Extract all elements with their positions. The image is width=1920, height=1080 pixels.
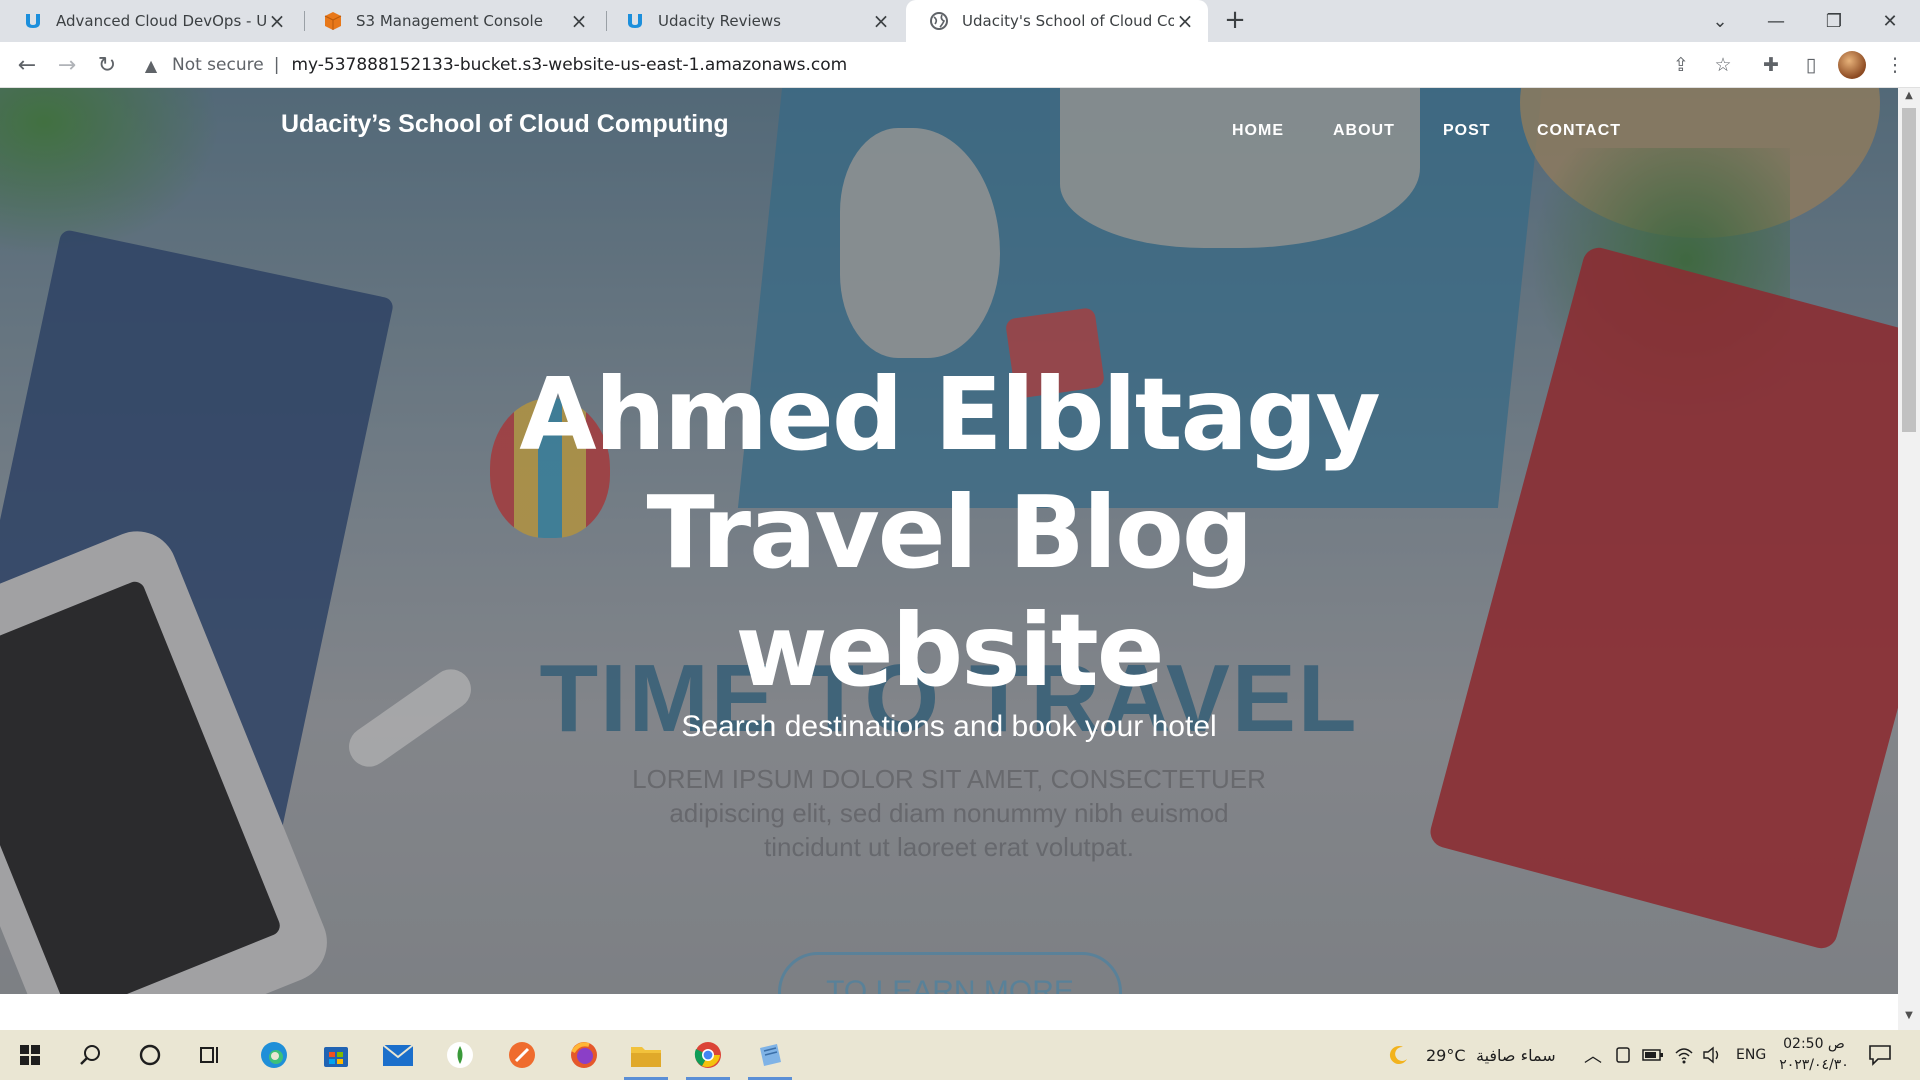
aws-cube-icon bbox=[322, 10, 344, 32]
store-icon[interactable] bbox=[310, 1030, 362, 1080]
forward-icon[interactable]: → bbox=[52, 50, 82, 80]
file-explorer-icon[interactable] bbox=[620, 1030, 672, 1080]
notification-icon[interactable] bbox=[1868, 1030, 1892, 1080]
task-view-icon[interactable] bbox=[184, 1030, 236, 1080]
notepad-icon[interactable] bbox=[744, 1030, 796, 1080]
learn-more-button[interactable]: TO LEARN MORE bbox=[778, 952, 1122, 994]
scroll-up-icon[interactable]: ▲ bbox=[1898, 90, 1920, 106]
udacity-icon bbox=[624, 10, 646, 32]
security-label[interactable]: Not secure bbox=[172, 55, 264, 75]
weather-moon-icon[interactable] bbox=[1388, 1030, 1410, 1080]
firefox-icon[interactable] bbox=[558, 1030, 610, 1080]
tab-school-of-cloud-computing[interactable]: Udacity's School of Cloud Compu × bbox=[906, 0, 1208, 42]
clock-time: 02:50 ص bbox=[1783, 1036, 1845, 1052]
tab-search-icon[interactable]: ⌄ bbox=[1692, 0, 1748, 42]
tab-s3-management-console[interactable]: S3 Management Console × bbox=[300, 0, 602, 42]
hero-subtitle: Search destinations and book your hotel bbox=[681, 710, 1217, 743]
start-icon[interactable] bbox=[4, 1030, 56, 1080]
cortana-icon[interactable] bbox=[124, 1030, 176, 1080]
back-icon[interactable]: ← bbox=[12, 50, 42, 80]
nav-post[interactable]: POST bbox=[1443, 122, 1491, 140]
divider: | bbox=[273, 55, 280, 75]
system-clock[interactable]: 02:50 ص ٢٠٢٣/٠٤/٣٠ bbox=[1768, 1034, 1860, 1076]
hero-section: TIME TO TRAVEL LOREM IPSUM DOLOR SIT AME… bbox=[0, 88, 1898, 994]
clock-date: ٢٠٢٣/٠٤/٣٠ bbox=[1779, 1057, 1849, 1073]
nav-about[interactable]: ABOUT bbox=[1333, 122, 1395, 140]
warning-icon[interactable]: ▲ bbox=[140, 56, 162, 75]
edge-icon[interactable] bbox=[248, 1030, 300, 1080]
hero-title-line: website bbox=[735, 592, 1164, 709]
weather-description[interactable]: سماء صافية bbox=[1476, 1030, 1556, 1080]
battery-icon[interactable] bbox=[1642, 1030, 1664, 1080]
windows-taskbar: 29°C سماء صافية ︿ ENG 02:50 ص ٢٠٢٣/٠٤/٣٠ bbox=[0, 1030, 1920, 1080]
site-brand[interactable]: Udacity’s School of Cloud Computing bbox=[281, 110, 729, 139]
browser-toolbar: ← → ↻ ▲ Not secure | my-537888152133-buc… bbox=[0, 42, 1920, 88]
hero-title-line: Ahmed Elbltagy bbox=[519, 356, 1381, 473]
hero-title-line: Travel Blog bbox=[646, 474, 1254, 591]
tab-udacity-reviews[interactable]: Udacity Reviews × bbox=[602, 0, 904, 42]
close-icon[interactable]: × bbox=[266, 9, 288, 33]
hero-title: Ahmed Elbltagy Travel Blog website bbox=[449, 356, 1449, 710]
extensions-icon[interactable]: ✚ bbox=[1756, 50, 1786, 80]
tab-advanced-cloud-devops[interactable]: Advanced Cloud DevOps - Udaci × bbox=[0, 0, 300, 42]
reload-icon[interactable]: ↻ bbox=[92, 50, 122, 80]
new-tab-button[interactable]: + bbox=[1220, 6, 1250, 36]
minimize-icon[interactable]: — bbox=[1748, 0, 1804, 42]
meet-now-icon[interactable] bbox=[1614, 1030, 1632, 1080]
address-bar[interactable]: ▲ Not secure | my-537888152133-bucket.s3… bbox=[140, 48, 1700, 82]
scroll-down-icon[interactable]: ▼ bbox=[1898, 1010, 1920, 1026]
close-icon[interactable]: × bbox=[1174, 9, 1196, 33]
android-icon[interactable] bbox=[434, 1030, 486, 1080]
url-text[interactable]: my-537888152133-bucket.s3-website-us-eas… bbox=[291, 55, 847, 75]
tab-strip: Advanced Cloud DevOps - Udaci × S3 Manag… bbox=[0, 0, 1920, 42]
udacity-icon bbox=[22, 10, 44, 32]
bookmark-star-icon[interactable]: ☆ bbox=[1708, 50, 1738, 80]
scroll-thumb[interactable] bbox=[1902, 108, 1916, 432]
postman-icon[interactable] bbox=[496, 1030, 548, 1080]
share-icon[interactable]: ⇪ bbox=[1666, 50, 1696, 80]
globe-icon bbox=[928, 10, 950, 32]
restore-icon[interactable]: ❐ bbox=[1806, 0, 1862, 42]
nav-home[interactable]: HOME bbox=[1232, 122, 1284, 140]
mail-icon[interactable] bbox=[372, 1030, 424, 1080]
profile-avatar[interactable] bbox=[1838, 51, 1866, 79]
weather-temp[interactable]: 29°C bbox=[1426, 1030, 1466, 1080]
menu-icon[interactable]: ⋮ bbox=[1880, 50, 1910, 80]
side-panel-icon[interactable]: ▯ bbox=[1796, 50, 1826, 80]
search-icon[interactable] bbox=[64, 1030, 116, 1080]
chevron-up-icon[interactable]: ︿ bbox=[1584, 1030, 1602, 1080]
language-indicator[interactable]: ENG bbox=[1736, 1030, 1766, 1080]
close-icon[interactable]: × bbox=[568, 9, 590, 33]
speaker-icon[interactable] bbox=[1702, 1030, 1722, 1080]
close-window-icon[interactable]: ✕ bbox=[1862, 0, 1918, 42]
wifi-icon[interactable] bbox=[1674, 1030, 1694, 1080]
close-icon[interactable]: × bbox=[870, 9, 892, 33]
page-viewport: TIME TO TRAVEL LOREM IPSUM DOLOR SIT AME… bbox=[0, 88, 1898, 994]
chrome-icon[interactable] bbox=[682, 1030, 734, 1080]
nav-contact[interactable]: CONTACT bbox=[1537, 122, 1621, 140]
